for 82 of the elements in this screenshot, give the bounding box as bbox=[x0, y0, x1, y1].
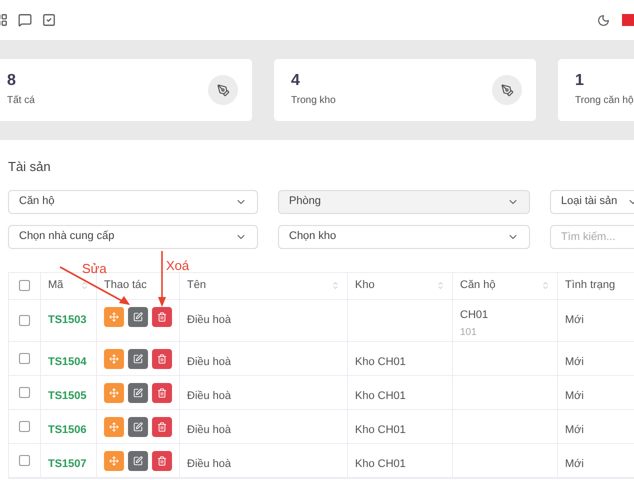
edit-icon bbox=[133, 456, 143, 466]
move-icon bbox=[109, 354, 119, 364]
chat-icon[interactable] bbox=[18, 13, 32, 27]
sort-icon[interactable] bbox=[80, 281, 89, 290]
move-icon bbox=[109, 456, 119, 466]
table-cell: Mới bbox=[565, 390, 584, 402]
table-cell: Điều hoà bbox=[187, 356, 232, 368]
column-label: Thao tác bbox=[104, 278, 147, 294]
checkbox[interactable] bbox=[19, 314, 30, 326]
table-cell: Điều hoà bbox=[187, 458, 232, 470]
table-cell: Mới bbox=[565, 314, 584, 326]
annotation-arrow bbox=[157, 251, 167, 307]
checkbox-icon[interactable] bbox=[42, 13, 56, 27]
edit-icon bbox=[133, 312, 143, 322]
checkbox[interactable] bbox=[19, 280, 30, 291]
edit-icon bbox=[133, 354, 143, 364]
column-label: Tên bbox=[187, 278, 206, 294]
select-field[interactable]: Căn hộ bbox=[8, 190, 258, 214]
table-cell: Mới bbox=[565, 424, 584, 436]
move-icon bbox=[109, 388, 119, 398]
stat-value: 1 bbox=[575, 72, 585, 88]
checkbox[interactable] bbox=[19, 420, 30, 432]
move-icon bbox=[109, 312, 119, 322]
trash-icon bbox=[157, 456, 167, 466]
pen-icon bbox=[492, 75, 522, 105]
move-icon bbox=[109, 422, 119, 432]
delete-button[interactable] bbox=[152, 306, 172, 326]
table-cell-text: CH01 bbox=[460, 308, 490, 322]
moon-icon[interactable] bbox=[597, 14, 610, 26]
stat-value: 4 bbox=[291, 72, 301, 88]
table-cell: Kho CH01 bbox=[355, 356, 406, 368]
trash-icon bbox=[157, 312, 167, 322]
trash-icon bbox=[157, 388, 167, 398]
select-field[interactable]: Chọn nhà cung cấp bbox=[8, 224, 258, 248]
move-button[interactable] bbox=[104, 306, 124, 326]
column-header[interactable]: Kho bbox=[348, 272, 453, 298]
stat-label: Trong kho bbox=[291, 94, 336, 108]
select-field[interactable]: Chọn kho bbox=[278, 224, 530, 248]
pen-icon bbox=[208, 75, 238, 105]
move-button[interactable] bbox=[104, 382, 124, 402]
column-header[interactable]: Tên bbox=[180, 272, 348, 298]
section-title: Tài sản bbox=[8, 158, 52, 176]
edit-button[interactable] bbox=[128, 416, 148, 436]
table-cell: Điều hoà bbox=[187, 390, 232, 402]
column-label: Mã bbox=[48, 278, 64, 294]
column-label: Căn hộ bbox=[460, 278, 496, 294]
edit-button[interactable] bbox=[128, 382, 148, 402]
stat-value: 8 bbox=[7, 72, 17, 88]
table-cell: Kho CH01 bbox=[355, 390, 406, 402]
table-cell: Kho CH01 bbox=[355, 458, 406, 470]
column-label: Kho bbox=[355, 278, 375, 294]
search-field[interactable]: Tìm kiếm... bbox=[550, 224, 634, 248]
move-button[interactable] bbox=[104, 416, 124, 436]
checkbox[interactable] bbox=[19, 352, 30, 364]
table-cell: Điều hoà bbox=[187, 424, 232, 436]
delete-button[interactable] bbox=[152, 382, 172, 402]
delete-button[interactable] bbox=[152, 450, 172, 470]
trash-icon bbox=[157, 354, 167, 364]
edit-button[interactable] bbox=[128, 306, 148, 326]
stat-label: Tất cá bbox=[7, 94, 35, 108]
stat-label: Trong căn hộ bbox=[575, 94, 634, 108]
edit-icon bbox=[133, 388, 143, 398]
edit-icon bbox=[133, 422, 143, 432]
delete-button[interactable] bbox=[152, 416, 172, 436]
room-number: 101 bbox=[460, 326, 478, 340]
trash-icon bbox=[157, 422, 167, 432]
annotation-label: Xoá bbox=[166, 257, 190, 275]
column-header[interactable]: Căn hộ bbox=[453, 272, 558, 298]
select-field[interactable]: Loại tài sản bbox=[550, 190, 634, 214]
table-cell: Mới bbox=[565, 356, 584, 368]
table-cell: Mới bbox=[565, 458, 584, 470]
checkbox[interactable] bbox=[19, 454, 30, 466]
edit-button[interactable] bbox=[128, 450, 148, 470]
move-button[interactable] bbox=[104, 348, 124, 368]
delete-button[interactable] bbox=[152, 348, 172, 368]
table-cell: Kho CH01 bbox=[355, 424, 406, 436]
move-button[interactable] bbox=[104, 450, 124, 470]
edit-button[interactable] bbox=[128, 348, 148, 368]
checkbox[interactable] bbox=[19, 386, 30, 398]
column-header[interactable]: Mã bbox=[41, 272, 97, 298]
column-label: Tình trạng bbox=[565, 278, 616, 294]
table-cell: Điều hoà bbox=[187, 314, 232, 326]
